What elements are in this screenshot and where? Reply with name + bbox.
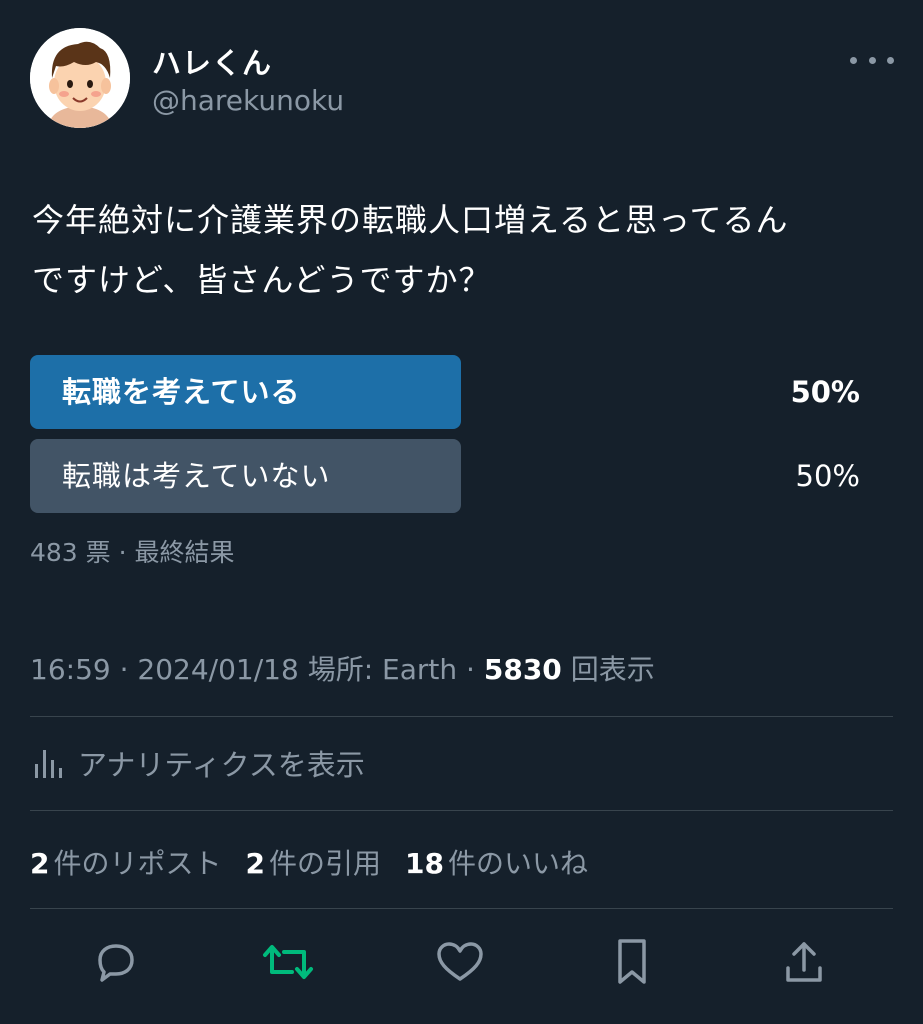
more-icon[interactable] <box>850 50 894 70</box>
likes-count: 18 <box>405 847 444 880</box>
poll-summary: 483 票 · 最終結果 <box>30 533 235 569</box>
quotes-count: 2 <box>245 847 265 880</box>
poll-option-2: 転職は考えていない 50% <box>30 439 890 513</box>
poll-option-label: 転職を考えている <box>62 375 301 409</box>
quotes-label: 件の引用 <box>268 847 381 880</box>
retweet-button[interactable] <box>262 936 314 988</box>
quotes-stat[interactable]: 2 件の引用 <box>246 842 382 882</box>
poll-status: 最終結果 <box>134 538 235 567</box>
share-icon <box>786 942 822 982</box>
heart-icon <box>437 942 483 981</box>
separator-dot: · <box>118 538 135 567</box>
likes-label: 件のいいね <box>447 847 588 880</box>
tweet-time[interactable]: 16:59 <box>30 653 111 686</box>
bookmark-icon <box>618 939 646 984</box>
reply-button[interactable] <box>90 936 142 988</box>
user-display-name[interactable]: ハレくん <box>152 40 272 82</box>
user-handle[interactable]: @harekunoku <box>152 84 344 117</box>
reply-icon <box>98 944 134 982</box>
reposts-count: 2 <box>30 847 50 880</box>
view-count: 5830 <box>483 653 562 686</box>
avatar-illustration <box>30 28 130 128</box>
tweet-detail: ハレくん @harekunoku 今年絶対に介護業界の転職人口増えると思ってるん… <box>0 0 923 1024</box>
like-button[interactable] <box>434 936 486 988</box>
avatar[interactable] <box>30 28 130 128</box>
tweet-text-line: ですけど、皆さんどうですか？ <box>32 261 492 299</box>
divider <box>30 716 893 717</box>
tweet-text-line: 今年絶対に介護業界の転職人口増えると思ってるん <box>32 201 789 239</box>
reposts-label: 件のリポスト <box>53 847 222 880</box>
tweet-location: 場所: Earth <box>307 653 458 686</box>
tweet-meta: 16:59 · 2024/01/18 場所: Earth · 5830 回表示 <box>30 648 655 688</box>
retweet-icon <box>263 945 313 979</box>
reposts-stat[interactable]: 2 件のリポスト <box>30 842 222 882</box>
bookmark-button[interactable] <box>606 936 658 988</box>
divider <box>30 908 893 909</box>
tweet-date[interactable]: 2024/01/18 <box>137 653 298 686</box>
view-count-label: 回表示 <box>570 653 655 686</box>
likes-stat[interactable]: 18 件のいいね <box>405 842 588 882</box>
poll-option-1: 転職を考えている 50% <box>30 355 890 429</box>
poll-option-percent: 50% <box>795 459 860 493</box>
poll-option-label: 転職は考えていない <box>62 459 331 493</box>
divider <box>30 810 893 811</box>
separator-dot: · <box>466 653 484 686</box>
poll-vote-count: 483 票 <box>30 538 111 567</box>
engagement-stats: 2 件のリポスト 2 件の引用 18 件のいいね <box>30 842 612 882</box>
bar-chart-icon <box>35 750 62 778</box>
analytics-label: アナリティクスを表示 <box>78 748 365 782</box>
analytics-link[interactable]: アナリティクスを表示 <box>32 742 365 784</box>
poll-option-percent: 50% <box>790 375 860 409</box>
tweet-text: 今年絶対に介護業界の転職人口増えると思ってるん ですけど、皆さんどうですか？ <box>32 190 892 310</box>
separator-dot: · <box>119 653 138 686</box>
share-button[interactable] <box>778 936 830 988</box>
